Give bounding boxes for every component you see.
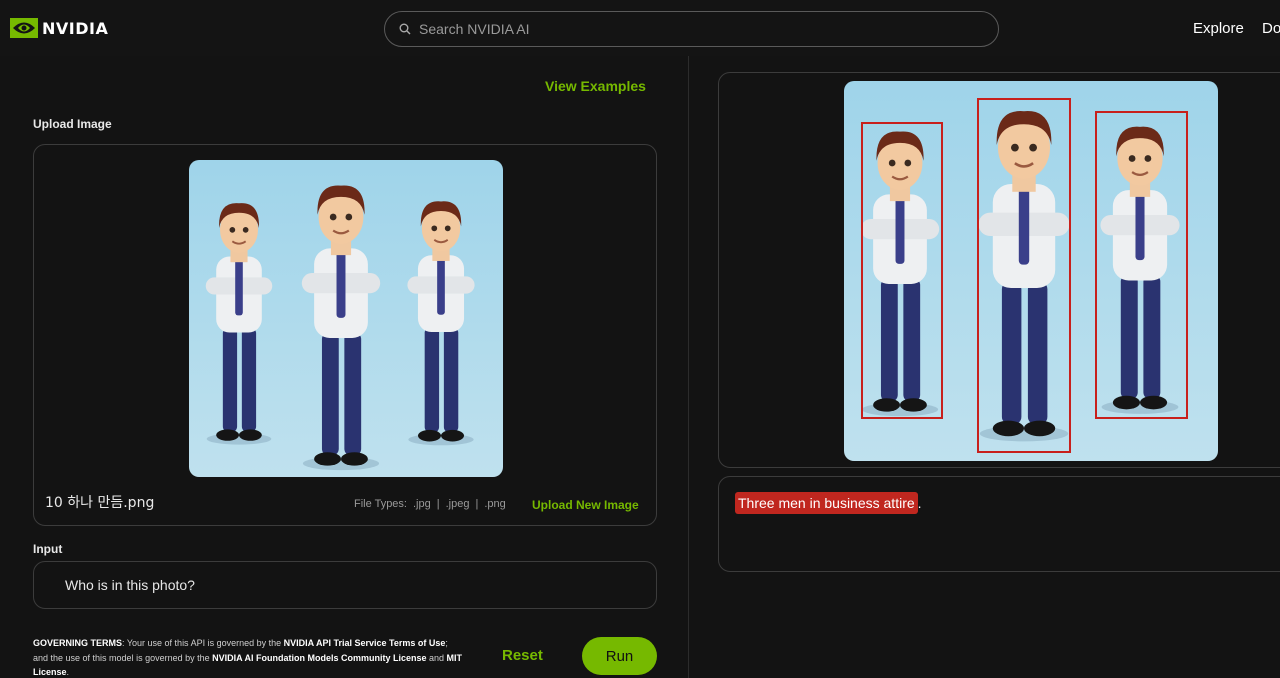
prompt-input[interactable]: Who is in this photo?: [33, 561, 657, 609]
answer-text: Three men in business attire.: [735, 492, 922, 514]
run-button[interactable]: Run: [582, 637, 657, 675]
nvidia-logo[interactable]: NVIDIA: [10, 18, 108, 38]
upload-new-image-button[interactable]: Upload New Image: [532, 498, 639, 512]
nav-explore[interactable]: Explore: [1193, 20, 1244, 37]
upload-image-label: Upload Image: [33, 117, 112, 131]
search-bar[interactable]: [384, 11, 999, 47]
answer-highlight: Three men in business attire: [735, 492, 918, 514]
governing-terms: GOVERNING TERMS: Your use of this API is…: [33, 636, 463, 678]
view-examples-link[interactable]: View Examples: [545, 78, 646, 94]
reset-button[interactable]: Reset: [502, 647, 543, 664]
file-type-jpeg: .jpeg: [445, 498, 470, 510]
search-icon: [399, 23, 411, 35]
file-types: File Types: .jpg | .jpeg | .png: [354, 498, 506, 510]
answer-panel: Three men in business attire.: [718, 476, 1280, 572]
input-label: Input: [33, 542, 63, 556]
annotated-result-image: [844, 81, 1218, 461]
prompt-input-value: Who is in this photo?: [65, 577, 195, 593]
nav-docs[interactable]: Do: [1262, 20, 1280, 37]
nvidia-eye-icon: [10, 18, 38, 38]
brand-name: NVIDIA: [42, 18, 109, 38]
terms-link-trial[interactable]: NVIDIA API Trial Service Terms of Use: [284, 638, 446, 648]
file-type-png: .png: [484, 498, 506, 510]
separator: |: [436, 498, 440, 510]
uploaded-image-preview: [189, 160, 503, 477]
search-input[interactable]: [419, 21, 959, 37]
terms-text: .: [66, 667, 70, 677]
terms-text: and: [426, 652, 447, 663]
terms-text: : Your use of this API is governed by th…: [122, 638, 284, 648]
file-types-label: File Types:: [354, 498, 407, 510]
terms-link-community[interactable]: NVIDIA AI Foundation Models Community Li…: [212, 653, 426, 663]
uploaded-filename: 10 하나 만듬.png: [45, 495, 155, 511]
terms-prefix: GOVERNING TERMS: [33, 638, 123, 648]
upload-dropzone[interactable]: 10 하나 만듬.png File Types: .jpg | .jpeg | …: [33, 144, 657, 526]
file-type-jpg: .jpg: [413, 498, 431, 510]
top-header: NVIDIA Explore Do: [0, 0, 1280, 56]
result-image-panel: [718, 72, 1280, 468]
answer-suffix: .: [917, 495, 922, 511]
separator: |: [475, 498, 479, 510]
panel-divider: [688, 56, 689, 678]
